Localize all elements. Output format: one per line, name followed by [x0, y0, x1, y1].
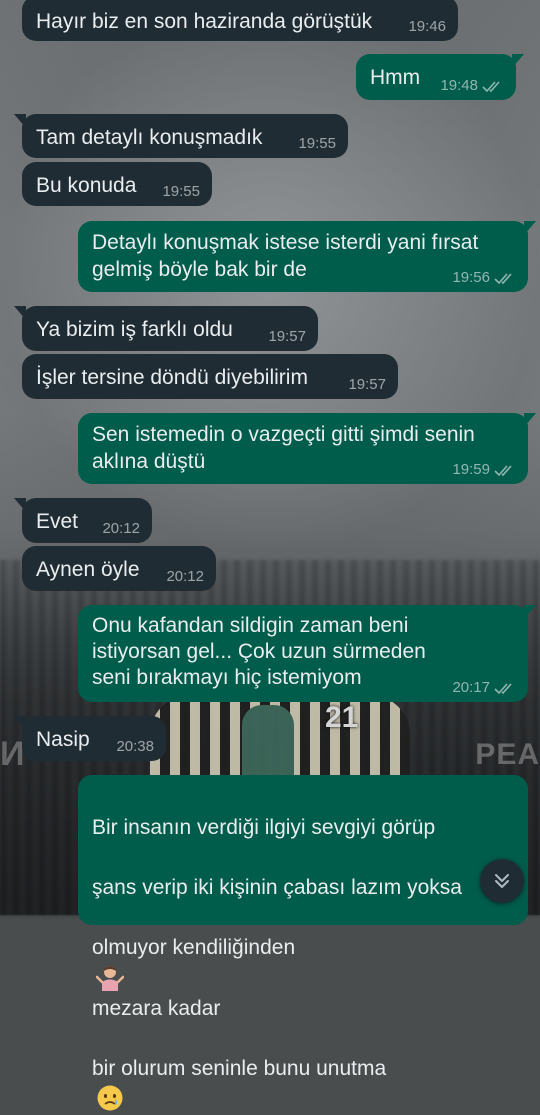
message-incoming[interactable]: Hayır biz en son haziranda görüştük 19:4…	[22, 0, 458, 41]
double-check-icon	[494, 682, 512, 694]
message-outgoing[interactable]: Onu kafandan sildigin zaman beni istiyor…	[78, 605, 536, 702]
message-line: Bir insanın verdiği ilgiyi sevgiyi görüp	[92, 816, 436, 839]
bubble-tail	[512, 54, 524, 68]
message-incoming[interactable]: Aynen öyle 20:12	[22, 546, 216, 591]
message-meta: 20:12	[102, 521, 140, 537]
message-outgoing[interactable]: Bir insanın verdiği ilgiyi sevgiyi görüp…	[78, 775, 528, 1111]
message-meta: 20:12	[166, 569, 204, 585]
message-time: 19:55	[162, 183, 200, 200]
message-outgoing[interactable]: Hmm 19:48	[356, 54, 524, 100]
message-meta: 20:17	[452, 680, 516, 696]
message-incoming[interactable]: Bu konuda 19:55	[22, 162, 212, 206]
person-shrugging-emoji	[96, 966, 124, 991]
message-time: 20:17	[452, 679, 490, 696]
bubble-tail	[524, 605, 536, 619]
bubble-tail	[14, 114, 26, 128]
message-text: Hayır biz en son haziranda görüştük	[36, 10, 373, 33]
message-meta: 19:48	[440, 78, 504, 94]
bubble-tail	[524, 221, 536, 235]
message-time: 19:59	[452, 461, 490, 478]
message-time: 19:57	[268, 328, 306, 345]
bubble-tail	[524, 413, 536, 427]
double-check-icon	[494, 464, 512, 476]
message-incoming[interactable]: Tam detaylı konuşmadık 19:55	[14, 114, 348, 158]
message-meta: 19:57	[348, 377, 386, 393]
message-line: mezara kadar	[92, 997, 221, 1020]
bubble-tail	[14, 306, 26, 320]
message-incoming[interactable]: Nasip 20:38	[14, 716, 166, 761]
message-incoming[interactable]: Ya bizim iş farklı oldu 19:57	[14, 306, 318, 351]
message-meta: 19:59	[452, 462, 516, 478]
wallpaper-watermark-right: PEA	[475, 738, 540, 771]
message-time: 19:56	[452, 269, 490, 286]
message-time: 20:12	[166, 568, 204, 585]
message-time: 19:48	[440, 77, 478, 94]
message-text: İşler tersine döndü diyebilirim	[36, 366, 308, 389]
wallpaper-players-image: 21	[150, 695, 410, 785]
message-meta: 19:55	[162, 184, 200, 200]
message-outgoing[interactable]: Sen istemedin o vazgeçti gitti şimdi sen…	[78, 413, 536, 484]
message-line: şans verip iki kişinin çabası lazım yoks…	[92, 876, 462, 899]
message-meta: 19:56	[452, 270, 516, 286]
message-time: 19:55	[298, 135, 336, 152]
chevron-double-down-icon	[495, 874, 509, 888]
bubble-tail	[14, 716, 26, 730]
message-line: olmuyor kendiliğinden	[92, 936, 296, 959]
message-time: 19:57	[348, 376, 386, 393]
scroll-to-bottom-button[interactable]	[480, 859, 524, 903]
wallpaper-jersey-number: 21	[325, 701, 359, 734]
message-meta: 19:57	[268, 329, 306, 345]
message-time: 20:12	[102, 520, 140, 537]
message-incoming[interactable]: İşler tersine döndü diyebilirim 19:57	[22, 354, 398, 399]
message-meta: 20:38	[116, 739, 154, 755]
message-time: 19:46	[408, 18, 446, 35]
wallpaper-player-green	[242, 705, 294, 785]
message-text: Bir insanın verdiği ilgiyi sevgiyi görüp…	[92, 781, 528, 1115]
message-outgoing[interactable]: Detaylı konuşmak istese isterdi yani fır…	[78, 221, 536, 292]
message-meta: 19:55	[298, 136, 336, 152]
message-line: bir olurum seninle bunu unutma	[92, 1057, 387, 1080]
message-incoming[interactable]: Evet 20:12	[14, 498, 152, 543]
wallpaper-watermark-left: И	[0, 735, 25, 773]
double-check-icon	[494, 272, 512, 284]
double-check-icon	[482, 80, 500, 92]
crying-face-emoji	[97, 1085, 123, 1111]
bubble-tail	[14, 498, 26, 512]
message-meta: 19:46	[408, 19, 446, 35]
message-time: 20:38	[116, 738, 154, 755]
